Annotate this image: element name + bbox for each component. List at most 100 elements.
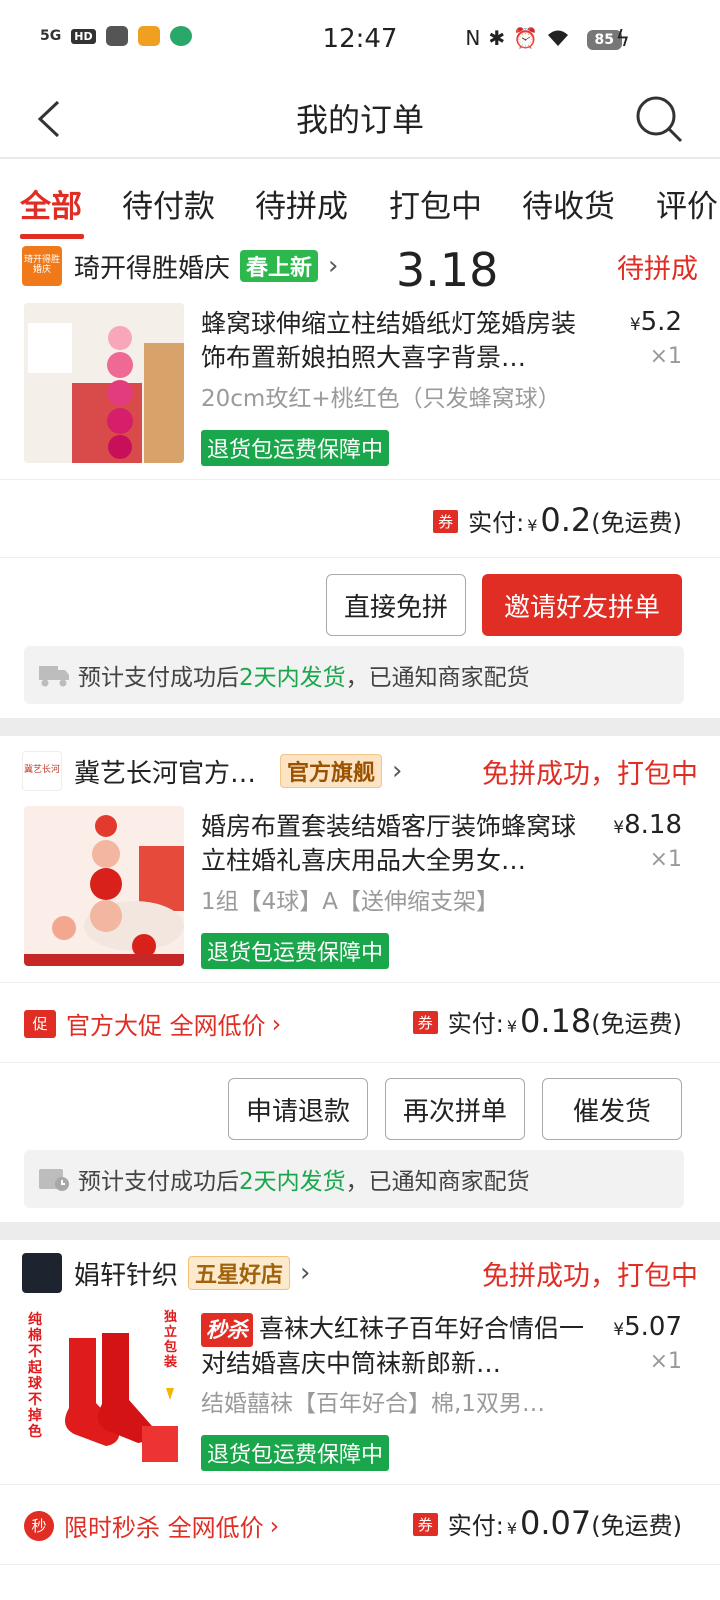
- goods-quantity: ×1: [649, 344, 682, 369]
- skip-group-button[interactable]: 直接免拼: [326, 574, 466, 636]
- promo-link[interactable]: 促 官方大促 全网低价 ›: [24, 1006, 281, 1041]
- goods-image[interactable]: [24, 806, 184, 966]
- header: 我的订单: [0, 80, 720, 158]
- truck-icon: [39, 666, 69, 687]
- status-bar: 5G HD 12:47 N ✱ ⏰ 85 ϟ: [0, 0, 720, 80]
- shop-badge: 五星好店: [188, 1256, 291, 1290]
- order-status: 免拼成功，打包中: [482, 759, 698, 790]
- divider: [0, 982, 720, 983]
- goods-price: ¥5.2: [629, 307, 682, 337]
- promo-icon: 促: [24, 1009, 56, 1038]
- pay-note: (免运费): [591, 1010, 682, 1038]
- shop-row[interactable]: 冀艺长河 冀艺长河官方… 官方旗舰 › 免拼成功，打包中: [22, 748, 698, 794]
- tab-pending-receipt[interactable]: 待收货: [522, 181, 615, 226]
- promo-text: 官方大促 全网低价: [66, 1012, 266, 1040]
- charging-icon: ϟ: [615, 27, 630, 52]
- coupon-icon: 券: [433, 510, 459, 533]
- pay-amount: 0.07: [520, 1504, 592, 1542]
- divider: [0, 1564, 720, 1565]
- shop-row[interactable]: 娟轩针织 五星好店 › 免拼成功，打包中: [22, 1250, 698, 1296]
- promo-link[interactable]: 秒 限时秒杀 全网低价 ›: [24, 1508, 279, 1543]
- tab-pending-payment[interactable]: 待付款: [122, 181, 215, 226]
- overlay-number: 3.18: [396, 243, 499, 297]
- order-tabs: 全部 待付款 待拼成 打包中 待收货 评价: [0, 159, 720, 243]
- shop-name: 琦开得胜婚庆: [74, 253, 231, 284]
- card-gap: [0, 718, 720, 736]
- card-gap: [0, 1222, 720, 1240]
- tab-review[interactable]: 评价: [656, 181, 718, 226]
- goods-quantity: ×1: [649, 847, 682, 872]
- pay-amount: 0.2: [540, 501, 592, 539]
- order-card: 娟轩针织 五星好店 › 免拼成功，打包中 纯棉不起球不掉色 独立包装 秒杀 喜袜大…: [0, 1240, 720, 1600]
- bluetooth-icon: ✱: [488, 26, 506, 50]
- goods-quantity: ×1: [649, 1349, 682, 1374]
- ship-text-tail: ，已通知商家配货: [345, 665, 530, 691]
- shop-row[interactable]: 琦开得胜婚庆 琦开得胜婚庆 春上新 › 待拼成: [22, 243, 698, 289]
- order-card: 琦开得胜婚庆 琦开得胜婚庆 春上新 › 待拼成 3.18 蜂窝球伸缩立柱结婚纸灯…: [0, 243, 720, 718]
- nfc-icon: N: [465, 26, 481, 50]
- return-shipping-tag: 退货包运费保障中: [201, 430, 390, 466]
- chevron-right-icon: ›: [328, 251, 339, 281]
- chevron-right-icon: ›: [271, 1009, 282, 1038]
- image-caption-left: 纯棉不起球不掉色: [28, 1312, 42, 1440]
- goods-title[interactable]: 蜂窝球伸缩立柱结婚纸灯笼婚房装饰布置新娘拍照大喜字背景…: [201, 307, 591, 375]
- request-refund-button[interactable]: 申请退款: [228, 1078, 368, 1140]
- order-status: 待拼成: [617, 254, 698, 285]
- tab-pending-group[interactable]: 待拼成: [255, 181, 348, 226]
- divider: [0, 479, 720, 480]
- promo-text: 限时秒杀 全网低价: [64, 1514, 264, 1542]
- ship-text: 预计支付成功后: [78, 665, 239, 691]
- alarm-icon: ⏰: [513, 26, 538, 50]
- pay-currency: ¥: [506, 1017, 518, 1036]
- pay-label: 实付:: [468, 509, 525, 537]
- seckill-tag: 秒杀: [201, 1313, 253, 1347]
- tab-all[interactable]: 全部: [20, 181, 82, 226]
- goods-spec: 结婚囍袜【百年好合】棉,1双男…: [201, 1391, 545, 1417]
- pay-amount: 0.18: [520, 1002, 592, 1040]
- order-card: 冀艺长河 冀艺长河官方… 官方旗舰 › 免拼成功，打包中 婚房布置套装结婚客厅装…: [0, 736, 720, 1222]
- shipping-notice: 预计支付成功后 2天内发货 ，已通知商家配货: [24, 646, 684, 704]
- shipping-notice: 预计支付成功后 2天内发货 ，已通知商家配货: [24, 1150, 684, 1208]
- shop-name: 娟轩针织: [74, 1260, 179, 1291]
- goods-spec: 20cm玫红+桃红色（只发蜂窝球）: [201, 386, 561, 412]
- divider: [0, 557, 720, 558]
- coupon-icon: 券: [412, 1011, 438, 1034]
- shop-logo: 冀艺长河: [22, 751, 62, 791]
- alarm-clock-icon: 秒: [24, 1510, 54, 1541]
- goods-title[interactable]: 秒杀 喜袜大红袜子百年好合情侣一对结婚喜庆中筒袜新郎新…: [201, 1312, 591, 1380]
- wifi-icon: [548, 30, 568, 46]
- search-icon[interactable]: [634, 94, 686, 146]
- tab-packing[interactable]: 打包中: [389, 181, 482, 226]
- chevron-right-icon: ›: [392, 756, 403, 786]
- goods-spec: 1组【4球】A【送伸缩支架】: [201, 889, 500, 915]
- divider: [0, 1484, 720, 1485]
- chevron-right-icon: ›: [269, 1511, 280, 1540]
- reorder-button[interactable]: 再次拼单: [385, 1078, 525, 1140]
- ship-text-tail: ，已通知商家配货: [345, 1169, 530, 1195]
- chevron-right-icon: ›: [300, 1258, 311, 1288]
- ship-time: 2天内发货: [239, 1169, 346, 1195]
- shop-logo: [22, 1253, 62, 1293]
- page-title: 我的订单: [295, 101, 424, 139]
- pay-currency: ¥: [527, 516, 538, 535]
- goods-title[interactable]: 婚房布置套装结婚客厅装饰蜂窝球立柱婚礼喜庆用品大全男女…: [201, 810, 591, 878]
- urge-shipping-button[interactable]: 催发货: [542, 1078, 682, 1140]
- calendar-clock-icon: [39, 1169, 69, 1191]
- invite-friends-button[interactable]: 邀请好友拼单: [482, 574, 682, 636]
- goods-price: ¥5.07: [613, 1312, 682, 1342]
- coupon-icon: 券: [412, 1513, 438, 1536]
- shop-badge: 春上新: [240, 250, 319, 282]
- goods-price: ¥8.18: [613, 810, 682, 840]
- shop-name: 冀艺长河官方…: [74, 758, 257, 789]
- pay-label: 实付:: [447, 1512, 504, 1540]
- return-shipping-tag: 退货包运费保障中: [201, 933, 390, 969]
- ship-text: 预计支付成功后: [78, 1169, 239, 1195]
- goods-image[interactable]: [24, 303, 184, 463]
- goods-image[interactable]: 纯棉不起球不掉色 独立包装: [24, 1308, 184, 1468]
- return-shipping-tag: 退货包运费保障中: [201, 1435, 390, 1471]
- pay-label: 实付:: [447, 1010, 504, 1038]
- divider: [0, 1062, 720, 1063]
- payment-summary: 券 实付: ¥ 0.2 (免运费): [433, 501, 682, 539]
- pay-currency: ¥: [506, 1519, 518, 1538]
- pay-note: (免运费): [591, 1512, 682, 1540]
